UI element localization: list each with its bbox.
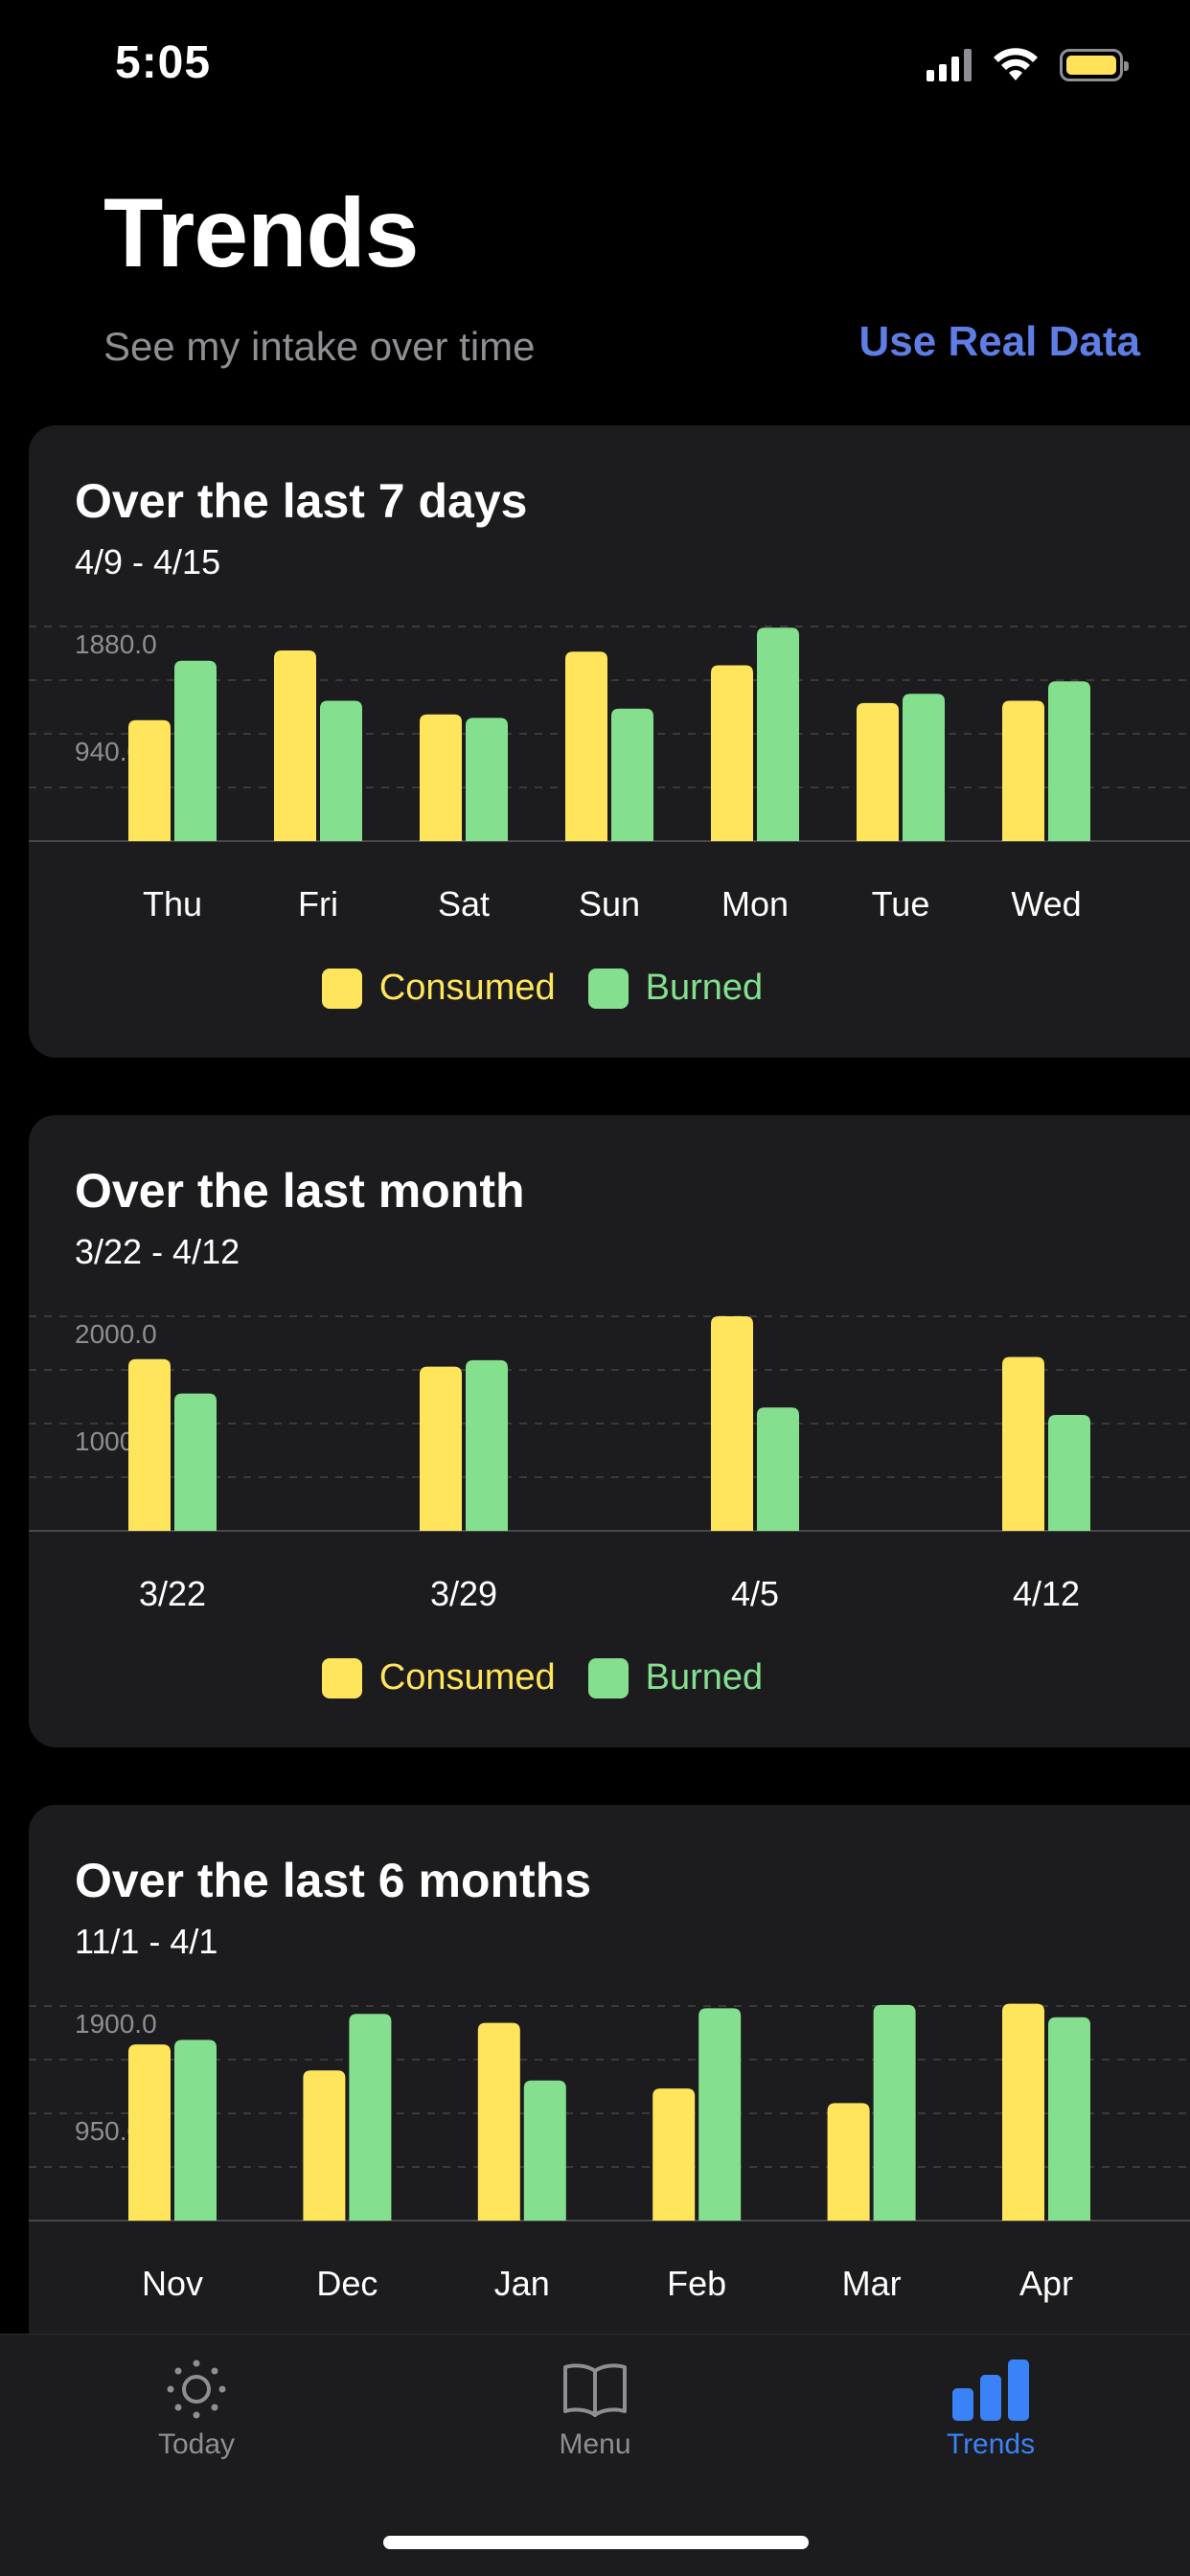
legend-item-burned: Burned: [587, 1657, 764, 1698]
bar-burned-3-29: [466, 1359, 508, 1531]
x-tick-label: Fri: [298, 884, 338, 923]
bar-burned-sun: [611, 708, 653, 841]
bar-burned-feb: [698, 2008, 742, 2221]
legend-item-consumed: Consumed: [321, 968, 556, 1009]
bar-burned-tue: [903, 694, 945, 841]
bar-burned-thu: [174, 660, 217, 841]
legend-item-consumed: Consumed: [321, 1657, 556, 1698]
monthly-trend-card: Over the last month 3/22 - 4/12 2000.0 10…: [29, 1115, 1190, 1747]
bar-burned-3-22: [174, 1393, 217, 1531]
bar-consumed-3-29: [420, 1366, 462, 1531]
x-tick-label: Mar: [842, 2264, 902, 2303]
legend-label-consumed: Consumed: [378, 968, 556, 1008]
chart-legend: Consumed Burned: [0, 1657, 1123, 1698]
bar-consumed-thu: [128, 719, 171, 841]
x-tick-label: Sun: [579, 884, 640, 923]
status-bar: 5:05: [0, 0, 1190, 134]
weekly-bar-chart: 1880.0940.0Thu Fri Sat Sun Mon Tue Wed: [29, 626, 1190, 923]
x-tick-label: Thu: [143, 884, 202, 923]
status-icons: [927, 42, 1129, 88]
sun-icon: [167, 2359, 226, 2419]
bar-consumed-mar: [827, 2103, 870, 2221]
bar-burned-4-12: [1048, 1415, 1090, 1531]
page-subtitle: See my intake over time: [103, 324, 536, 369]
status-time: 5:05: [115, 37, 212, 88]
x-tick-label: Nov: [142, 2264, 203, 2303]
bar-consumed-fri: [274, 650, 316, 841]
bar-burned-mon: [757, 627, 799, 841]
bar-burned-apr: [1048, 2017, 1090, 2221]
book-icon: [563, 2363, 627, 2417]
x-tick-label: 3/29: [430, 1574, 497, 1613]
wifi-icon: [994, 48, 1038, 80]
x-tick-label: 3/22: [139, 1574, 206, 1613]
legend-swatch-consumed: [321, 968, 362, 1009]
legend-item-burned: Burned: [587, 968, 764, 1009]
six-month-bar-chart: 1900.0950.0Nov Dec Jan Feb Mar Apr: [29, 2003, 1190, 2303]
legend-label-burned: Burned: [645, 968, 764, 1008]
tab-trends[interactable]: Trends: [847, 2356, 1134, 2461]
bar-burned-jan: [523, 2080, 566, 2221]
x-tick-label: Sat: [438, 884, 490, 923]
battery-icon: [1060, 49, 1129, 81]
x-tick-label: 4/12: [1013, 1574, 1080, 1613]
bar-chart-icon: [952, 2359, 1029, 2421]
bar-burned-mar: [873, 2004, 916, 2221]
bar-burned-nov: [174, 2040, 217, 2221]
use-real-data-button[interactable]: Use Real Data: [859, 318, 1140, 366]
x-tick-label: Wed: [1011, 884, 1081, 923]
bar-consumed-nov: [128, 2044, 171, 2221]
bar-burned-4-5: [757, 1407, 799, 1531]
bar-consumed-3-22: [128, 1358, 171, 1531]
x-tick-label: Feb: [667, 2264, 726, 2303]
legend-swatch-burned: [587, 968, 629, 1009]
legend-swatch-burned: [587, 1657, 629, 1698]
bar-burned-wed: [1048, 681, 1090, 841]
legend-label-burned: Burned: [645, 1657, 764, 1698]
x-tick-label: Mon: [721, 884, 789, 923]
bar-consumed-4-12: [1002, 1356, 1044, 1531]
y-tick-label: 1880.0: [75, 629, 157, 659]
chart-legend: Consumed Burned: [0, 968, 1123, 1009]
cellular-signal-icon: [927, 49, 972, 81]
bar-burned-fri: [320, 700, 362, 841]
monthly-bar-chart: 2000.01000.03/22 3/29 4/5 4/12: [29, 1315, 1190, 1613]
y-tick-label: 1900.0: [75, 2009, 157, 2039]
tab-today[interactable]: Today: [53, 2356, 340, 2461]
legend-label-consumed: Consumed: [378, 1657, 556, 1698]
weekly-trend-card: Over the last 7 days 4/9 - 4/15 1880.0 94…: [29, 425, 1190, 1058]
x-tick-label: Tue: [872, 884, 930, 923]
bar-consumed-4-5: [711, 1316, 753, 1531]
bar-consumed-wed: [1002, 700, 1044, 841]
bar-consumed-mon: [711, 665, 753, 841]
page-title: Trends: [103, 178, 419, 287]
home-indicator[interactable]: [383, 2536, 809, 2549]
bar-consumed-feb: [652, 2088, 696, 2221]
tab-menu[interactable]: Menu: [451, 2356, 739, 2461]
bar-consumed-dec: [303, 2070, 346, 2221]
bar-consumed-jan: [477, 2022, 520, 2221]
y-tick-label: 2000.0: [75, 1319, 157, 1349]
bar-consumed-sun: [565, 651, 607, 841]
bar-consumed-sat: [420, 714, 462, 841]
bar-consumed-apr: [1002, 2003, 1044, 2221]
tab-label-trends: Trends: [946, 2428, 1036, 2460]
bar-consumed-tue: [857, 702, 899, 841]
tab-label-menu: Menu: [559, 2428, 631, 2460]
x-tick-label: Apr: [1019, 2264, 1073, 2303]
x-tick-label: Jan: [494, 2264, 550, 2303]
bar-burned-dec: [349, 2014, 392, 2221]
bar-burned-sat: [466, 718, 508, 841]
x-tick-label: 4/5: [731, 1574, 779, 1613]
x-tick-label: Dec: [316, 2264, 378, 2303]
legend-swatch-consumed: [321, 1657, 362, 1698]
tab-label-today: Today: [157, 2428, 236, 2460]
